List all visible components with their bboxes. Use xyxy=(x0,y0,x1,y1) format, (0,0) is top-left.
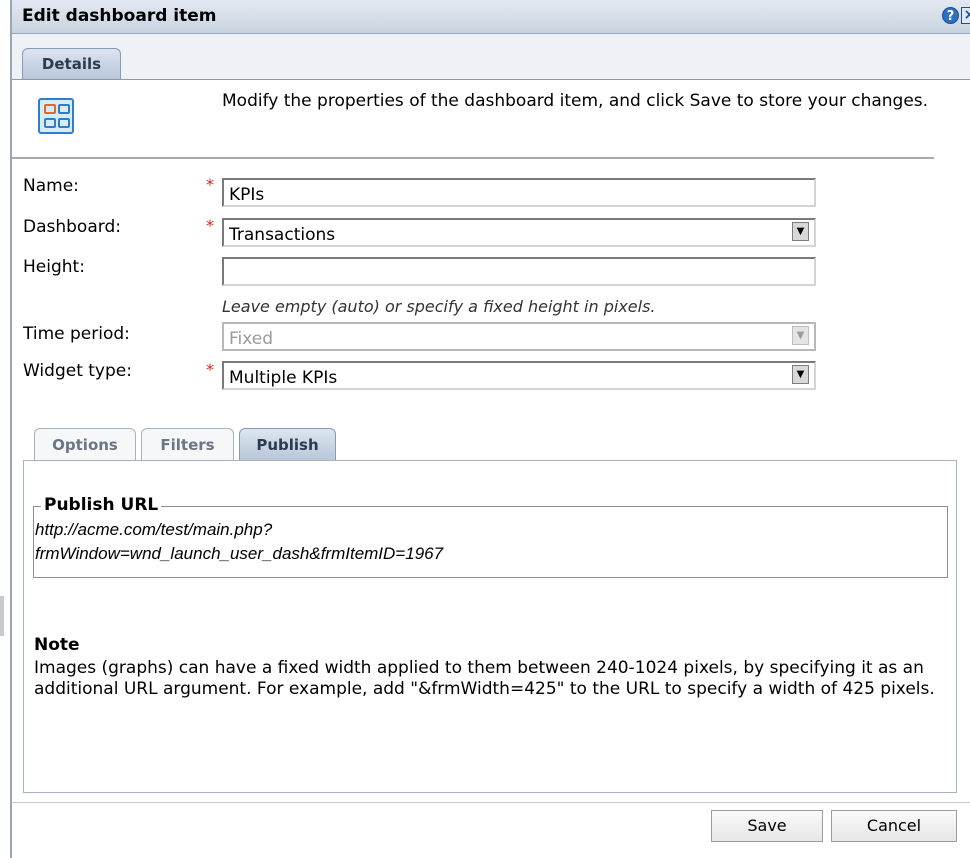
dialog-title: Edit dashboard item xyxy=(22,6,217,26)
tab-strip xyxy=(12,34,970,79)
dialog-titlebar[interactable]: Edit dashboard item ? × xyxy=(12,0,970,34)
cancel-button[interactable]: Cancel xyxy=(831,810,957,842)
publish-url-line: http://acme.com/test/main.php? xyxy=(35,520,273,539)
dashboard-label: Dashboard: xyxy=(23,217,121,237)
required-marker: * xyxy=(206,175,214,194)
required-marker: * xyxy=(206,360,214,379)
height-label: Height: xyxy=(23,257,85,277)
save-button[interactable]: Save xyxy=(711,810,823,842)
time-period-label: Time period: xyxy=(23,324,130,344)
widget-type-select[interactable]: Multiple KPIs xyxy=(222,361,816,390)
name-label: Name: xyxy=(23,176,79,196)
publish-url-legend: Publish URL xyxy=(41,495,162,515)
tab-filters[interactable]: Filters xyxy=(141,428,234,460)
required-marker: * xyxy=(206,216,214,235)
divider xyxy=(12,157,934,159)
note-title: Note xyxy=(34,635,80,655)
tab-options[interactable]: Options xyxy=(34,428,136,460)
publish-url-line: frmWindow=wnd_launch_user_dash&frmItemID… xyxy=(35,544,444,563)
dashboard-select-value: Transactions xyxy=(229,225,336,245)
publish-url-text[interactable]: http://acme.com/test/main.php? frmWindow… xyxy=(35,518,443,566)
close-icon[interactable]: × xyxy=(961,7,970,24)
chevron-down-icon[interactable]: ▼ xyxy=(792,365,809,384)
height-field[interactable] xyxy=(222,257,816,286)
name-field[interactable]: KPIs xyxy=(222,178,816,207)
chevron-down-icon: ▼ xyxy=(792,326,809,345)
height-hint: Leave empty (auto) or specify a fixed he… xyxy=(222,297,656,316)
help-icon[interactable]: ? xyxy=(942,7,959,24)
tab-details[interactable]: Details xyxy=(22,48,121,79)
widget-type-value: Multiple KPIs xyxy=(229,368,338,388)
dashboard-icon xyxy=(38,98,74,134)
chevron-down-icon[interactable]: ▼ xyxy=(792,222,809,241)
intro-text: Modify the properties of the dashboard i… xyxy=(222,91,929,111)
tab-strip-divider xyxy=(12,79,970,80)
window-left-border xyxy=(10,0,12,858)
background-fragment xyxy=(0,596,4,636)
time-period-value: Fixed xyxy=(229,329,274,349)
widget-type-label: Widget type: xyxy=(23,361,132,381)
tab-publish[interactable]: Publish xyxy=(239,428,336,460)
footer-divider xyxy=(12,802,970,803)
dashboard-select[interactable]: Transactions xyxy=(222,218,816,247)
time-period-select: Fixed xyxy=(222,322,816,351)
note-text: Images (graphs) can have a fixed width a… xyxy=(34,658,935,699)
